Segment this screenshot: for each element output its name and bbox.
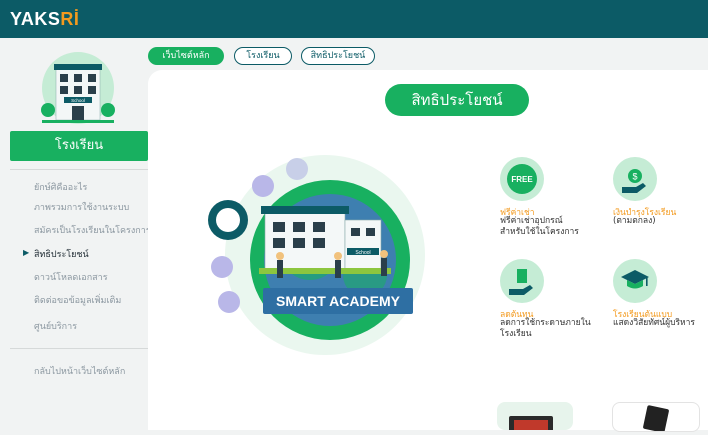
tablet-stand-card[interactable] [612, 402, 700, 433]
svg-text:$: $ [632, 172, 637, 182]
page-title: สิทธิประโยชน์ [385, 84, 529, 116]
smart-academy-illustration: School SMART ACADEMY [208, 155, 425, 355]
svg-text:FREE: FREE [511, 175, 533, 184]
sidebar-divider [10, 348, 148, 349]
active-arrow-icon: ▶ [23, 248, 30, 257]
free-icon: FREE [500, 157, 544, 201]
benefit-desc: แสดงวิสัยทัศน์ผู้บริหาร [613, 318, 695, 328]
tablet-device-card[interactable] [497, 402, 573, 432]
school-building-icon: School [41, 52, 115, 124]
sidebar-item-register-school[interactable]: สมัครเป็นโรงเรียนในโครงการ [34, 223, 151, 237]
svg-text:SMART ACADEMY: SMART ACADEMY [276, 293, 401, 309]
svg-text:School: School [71, 98, 85, 103]
sidebar-item-contact[interactable]: ติดต่อขอข้อมูลเพิ่มเติม [34, 293, 121, 307]
sidebar-item-service-center[interactable]: ศูนย์บริการ [34, 319, 77, 333]
benefit-desc: ลดการใช้กระดาษภายใน โรงเรียน [500, 318, 591, 339]
cost-reduction-icon [500, 259, 544, 303]
sidebar-item-what-is-yaksri[interactable]: ยักษ์ศิคืออะไร [34, 180, 87, 194]
tablet-icon [509, 416, 553, 432]
breadcrumb-home[interactable]: เว็บไซต์หลัก [148, 47, 224, 65]
sidebar-item-system-overview[interactable]: ภาพรวมการใช้งานระบบ [34, 200, 129, 214]
graduation-cap-icon [613, 259, 657, 303]
sidebar-item-download-documents[interactable]: ดาวน์โหลดเอกสาร [34, 270, 108, 284]
tablet-stand-icon [643, 405, 669, 433]
breadcrumb-benefits[interactable]: สิทธิประโยชน์ [301, 47, 375, 65]
back-to-main-link[interactable]: กลับไปหน้าเว็บไซต์หลัก [34, 364, 125, 378]
money-hand-icon: $ [613, 157, 657, 201]
breadcrumb-school[interactable]: โรงเรียน [234, 47, 292, 65]
benefit-desc: (ตามตกลง) [613, 216, 656, 226]
sidebar-heading-school[interactable]: โรงเรียน [10, 131, 148, 161]
sidebar-divider [10, 169, 148, 170]
sidebar-item-benefits[interactable]: สิทธิประโยชน์ [34, 247, 89, 261]
yaksri-logo[interactable]: YAKSRİ [10, 9, 79, 30]
top-header: YAKSRİ [0, 0, 708, 38]
benefit-desc: ฟรีค่าเช่าอุปกรณ์ สำหรับใช้ในโครงการ [500, 216, 579, 237]
svg-text:School: School [355, 250, 370, 256]
sidebar: School โรงเรียน ยักษ์ศิคืออะไร ภาพรวมการ… [0, 38, 151, 430]
